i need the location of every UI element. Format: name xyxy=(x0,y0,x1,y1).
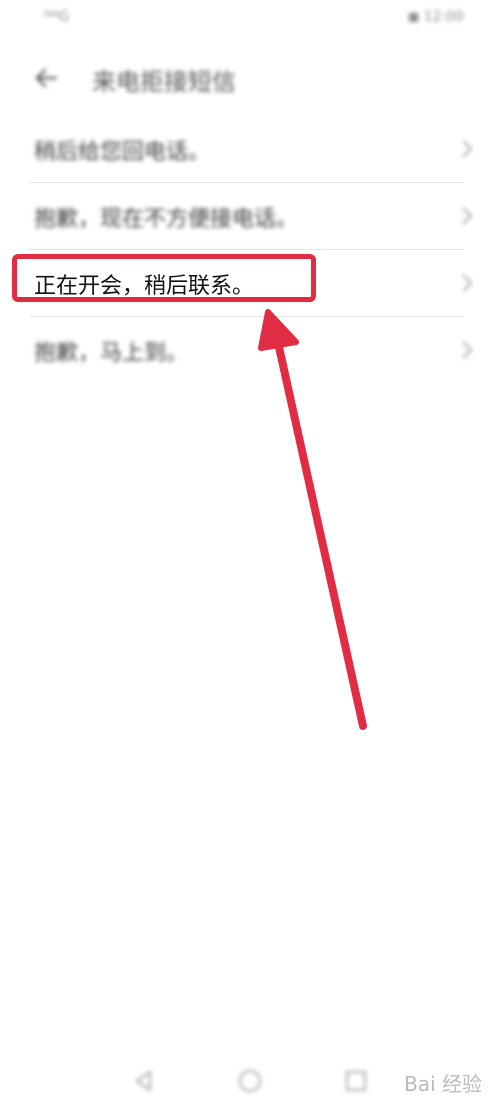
chevron-right-icon xyxy=(460,205,474,227)
chevron-right-icon xyxy=(460,138,474,160)
status-bar: ˡᴺ⁴G ◼ 12:00 xyxy=(0,0,500,36)
baidu-jingyan-watermark: Bai 经验 xyxy=(404,1072,482,1096)
reply-label: 稍后给您回电话。 xyxy=(34,140,211,165)
chevron-right-icon xyxy=(460,272,474,294)
reply-label: 抱歉，马上到。 xyxy=(34,341,189,366)
reply-item-busy[interactable]: 抱歉，现在不方便接电话。 xyxy=(30,183,473,250)
chevron-right-icon xyxy=(460,339,474,361)
page-title: 来电拒接短信 xyxy=(92,68,236,96)
nav-recents-icon[interactable] xyxy=(342,1067,370,1095)
nav-home-icon[interactable] xyxy=(236,1067,264,1095)
signal-indicator: ˡᴺ⁴G xyxy=(44,9,70,25)
quick-reply-list: 稍后给您回电话。 抱歉，现在不方便接电话。 正在开会，稍后联系。 抱歉，马上到。 xyxy=(0,116,500,383)
battery-clock: ◼ 12:00 xyxy=(407,9,464,25)
reply-item-call-back[interactable]: 稍后给您回电话。 xyxy=(30,116,473,183)
reply-item-arriving[interactable]: 抱歉，马上到。 xyxy=(30,317,473,383)
highlight-box xyxy=(12,254,316,302)
nav-back-icon[interactable] xyxy=(130,1067,158,1095)
title-bar: 来电拒接短信 xyxy=(0,50,500,106)
back-arrow-icon[interactable] xyxy=(32,64,60,92)
reply-label: 抱歉，现在不方便接电话。 xyxy=(34,207,299,232)
